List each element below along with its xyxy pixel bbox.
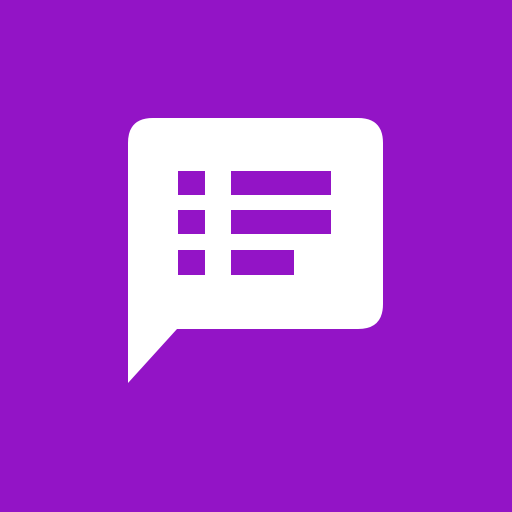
line-3 [231, 250, 294, 275]
bullet-1 [178, 171, 205, 195]
chat-bubble-list-icon [128, 118, 383, 383]
bullet-3 [178, 250, 205, 275]
line-1 [231, 171, 331, 195]
bullet-2 [178, 210, 205, 234]
line-2 [231, 210, 331, 234]
app-icon-tile [0, 0, 512, 512]
